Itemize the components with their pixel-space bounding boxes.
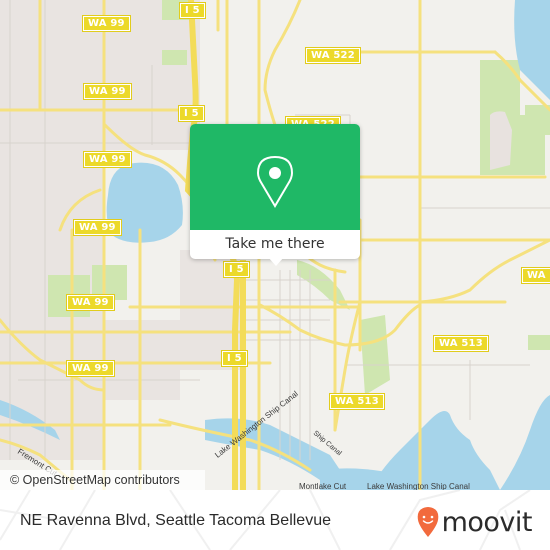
route-shield: WA 513 [329, 393, 385, 410]
route-shield: WA 99 [83, 151, 132, 168]
route-shield: I 5 [178, 105, 205, 122]
route-shield: WA 99 [66, 294, 115, 311]
moovit-wordmark: moovit [441, 506, 533, 538]
route-shield: WA 99 [82, 15, 131, 32]
moovit-logo[interactable]: moovit [416, 504, 533, 540]
address-text: NE Ravenna Blvd, Seattle Tacoma Bellevue [20, 512, 331, 529]
route-shield: I 5 [179, 2, 206, 19]
water-label: Lake Washington Ship Canal [367, 482, 470, 490]
route-shield: WA 513 [433, 335, 489, 352]
map-pin-icon [257, 156, 293, 208]
map-attribution[interactable]: © OpenStreetMap contributors [0, 470, 205, 490]
route-shield: I 5 [221, 350, 248, 367]
footer-bar: NE Ravenna Blvd, Seattle Tacoma Bellevue… [0, 490, 550, 550]
moovit-pin-smiley-icon [417, 507, 438, 537]
route-shield: WA 5 [521, 267, 550, 284]
popup-pointer [268, 257, 284, 266]
destination-popup[interactable]: Take me there [190, 124, 360, 266]
route-shield: WA 522 [305, 47, 361, 64]
route-shield: I 5 [223, 261, 250, 278]
water-label: Montlake Cut [299, 482, 347, 490]
route-shield: WA 99 [73, 219, 122, 236]
route-shield: WA 99 [83, 83, 132, 100]
map-view[interactable]: I 5 WA 99 WA 522 WA 99 I 5 WA 522 WA 99 … [0, 0, 550, 490]
take-me-there-button[interactable]: Take me there [190, 230, 360, 259]
route-shield: WA 99 [66, 360, 115, 377]
